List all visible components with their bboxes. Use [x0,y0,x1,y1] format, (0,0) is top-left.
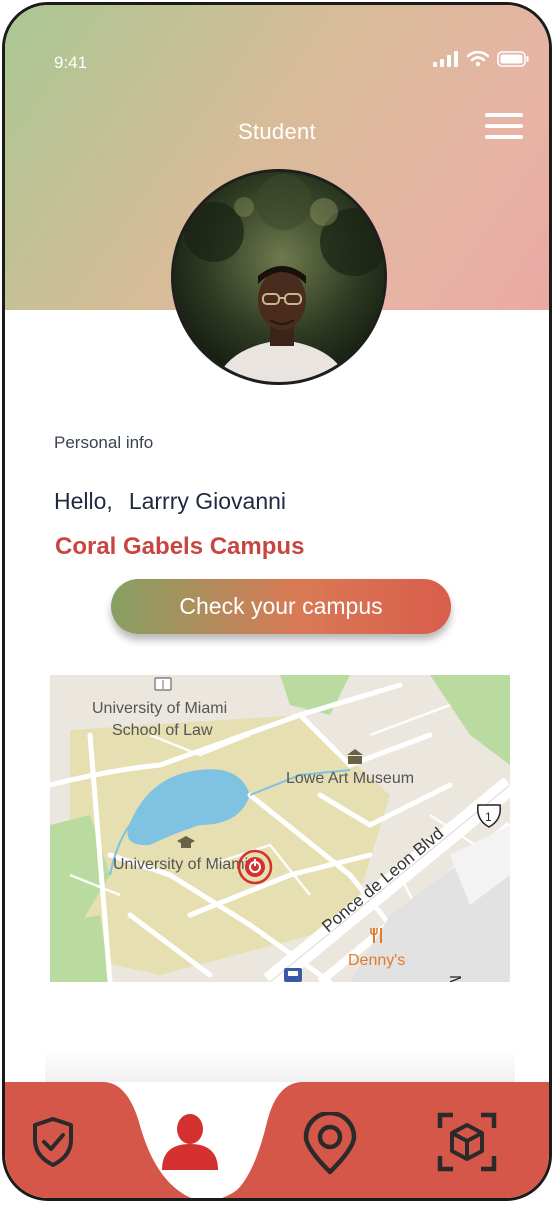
map-label-restaurant: Denny's [348,952,405,969]
shield-check-icon [33,1117,73,1167]
tab-location[interactable] [300,1110,360,1181]
signal-icon [433,51,458,67]
transit-icon [284,968,302,982]
campus-map[interactable]: University of Miami School of Law Lowe A… [50,675,510,982]
user-name: Larrry Giovanni [128,488,287,514]
route-number: 1 [485,810,492,824]
avatar-photo [174,172,384,382]
tab-bar [5,1082,549,1198]
book-icon [154,677,172,691]
map-edge-text: M [446,975,463,982]
tab-profile[interactable] [159,1112,221,1175]
map-label-law-school-line2: School of Law [112,722,213,739]
avatar [171,169,387,385]
map-label-museum: Lowe Art Museum [286,770,414,787]
map-pin-icon [303,1110,357,1175]
menu-button[interactable] [485,113,523,143]
check-campus-button[interactable]: Check your campus [111,579,451,634]
page-title: Student [238,119,316,144]
menu-icon [485,113,523,117]
battery-icon [497,51,529,67]
ar-scan-icon [437,1112,497,1172]
tab-security[interactable] [29,1116,77,1173]
tab-scan[interactable] [437,1112,497,1177]
user-icon [162,1114,218,1170]
map-label-law-school-line1: University of Miami [92,700,227,717]
phone-frame: 9:41 Student Personal info Hello, Larrry… [2,2,552,1201]
personal-info-label: Personal info [54,433,154,452]
greeting-row: Hello, Larrry Giovanni [54,488,286,515]
status-icons [433,51,529,67]
campus-name: Coral Gabels Campus [55,533,305,560]
greeting-text: Hello, [54,488,113,514]
bottom-fade [45,1050,515,1082]
wifi-icon [467,51,489,67]
status-time: 9:41 [54,53,88,72]
map-label-university: University of Miami [113,856,248,873]
